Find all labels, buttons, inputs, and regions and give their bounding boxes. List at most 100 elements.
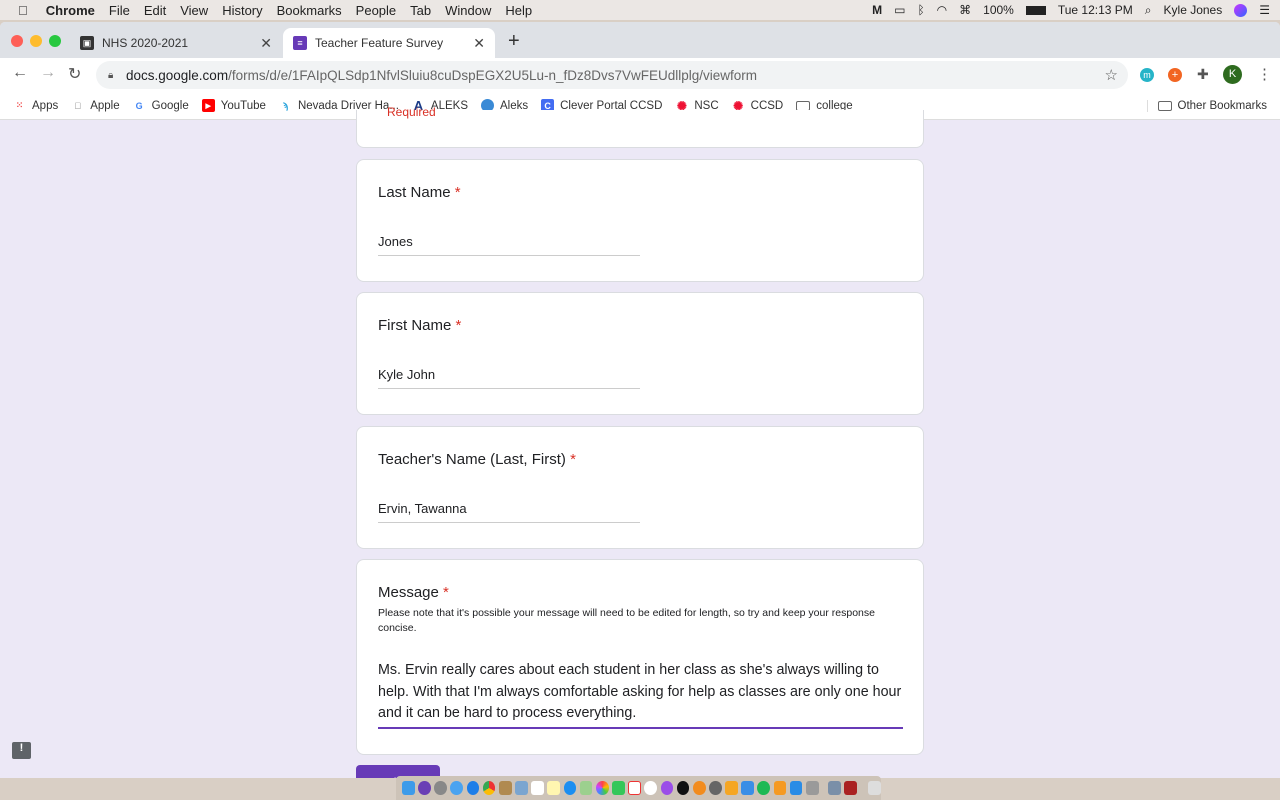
wifi-icon[interactable]: ◠ [937,3,947,17]
keyboard-icon[interactable]: ⌘ [959,3,971,17]
chrome-icon[interactable] [482,781,496,795]
user-name[interactable]: Kyle Jones [1164,3,1223,17]
address-bar[interactable]: 🔒︎ docs.google.com/forms/d/e/1FAIpQLSdp1… [96,61,1128,89]
google-icon: G [135,100,143,111]
apple-icon:  [71,99,84,112]
menu-window[interactable]: Window [445,3,491,18]
question-title: Message * [378,584,449,601]
menu-people[interactable]: People [356,3,396,18]
siri-icon[interactable] [418,781,431,795]
apple-menu-icon[interactable]:  [18,3,28,18]
tab-label: Teacher Feature Survey [315,36,444,50]
news-icon[interactable] [628,781,641,795]
trash-icon[interactable] [868,781,882,795]
folder-icon [1157,100,1172,111]
last-name-input[interactable]: Jones [378,234,640,256]
other-bookmarks[interactable]: Other Bookmarks [1146,99,1267,112]
photo-booth-icon[interactable] [844,781,857,795]
question-first-name: First Name * Kyle John [356,292,924,415]
zoom-window-button[interactable] [49,35,61,47]
tab-nhs[interactable]: ▣ NHS 2020-2021 ✕ [70,28,282,58]
calendar-icon[interactable] [531,781,544,795]
apple-tv-icon[interactable] [676,781,690,795]
preview-icon[interactable] [515,781,528,795]
extensions-puzzle-icon[interactable]: ✚ [1197,66,1209,83]
menu-bookmarks[interactable]: Bookmarks [277,3,342,18]
reload-button[interactable]: ↻ [68,64,81,84]
scanner-icon[interactable] [828,781,841,795]
finder-icon[interactable] [402,781,415,795]
facetime-icon[interactable] [612,781,625,795]
app-store-icon[interactable] [563,781,577,795]
battery-icon[interactable] [1025,5,1046,15]
extension-m-icon[interactable]: m [1140,68,1154,82]
required-asterisk: * [443,584,449,601]
teacher-name-input[interactable]: Ervin, Tawanna [378,501,640,523]
report-feedback-icon[interactable]: ! [12,742,31,759]
menu-file[interactable]: File [109,3,130,18]
menu-history[interactable]: History [222,3,262,18]
menu-view[interactable]: View [180,3,208,18]
nevada-driver-icon: ϡ [282,100,289,111]
minimize-window-button[interactable] [30,35,42,47]
safari-icon[interactable] [466,781,480,795]
spotify-icon[interactable] [757,781,771,795]
messenger-icon[interactable] [450,781,464,795]
menu-help[interactable]: Help [505,3,532,18]
tab-teacher-feature-survey[interactable]: ≡ Teacher Feature Survey ✕ [283,28,495,58]
launchpad-icon[interactable] [434,781,447,795]
forward-button[interactable]: → [40,64,56,82]
battery-percent[interactable]: 100% [983,3,1014,17]
extension-plus-icon[interactable]: + [1168,68,1182,82]
notification-center-icon[interactable]: ☰ [1259,3,1270,17]
back-button[interactable]: ← [12,64,28,82]
url-path: /forms/d/e/1FAIpQLSdp1NfvlSluiu8cuDspEGX… [228,67,758,83]
bookmark-apps[interactable]: ⁙ Apps [13,99,59,112]
airplay-icon[interactable]: ▭ [894,3,905,17]
photos-icon[interactable] [595,781,609,795]
spotlight-search-icon[interactable]: ⌕ [1145,3,1152,18]
required-asterisk: * [455,317,462,334]
previous-question-card: Required [356,105,924,148]
close-window-button[interactable] [11,35,23,47]
google-forms-icon: ≡ [293,36,307,50]
xcode-icon[interactable] [789,781,803,795]
bookmark-google[interactable]: G Google [133,99,189,112]
podcasts-icon[interactable] [660,781,674,795]
music-icon[interactable] [644,781,658,795]
home-icon[interactable] [773,781,787,795]
system-preferences-icon[interactable] [709,781,722,795]
keynote-icon[interactable] [741,781,754,795]
siri-icon[interactable] [1234,3,1248,17]
maps-icon[interactable] [579,781,593,795]
bookmark-apple[interactable]:  Apple [71,99,119,112]
chrome-menu-icon[interactable]: ⋮ [1257,65,1272,83]
clock[interactable]: Tue 12:13 PM [1058,3,1133,17]
first-name-input[interactable]: Kyle John [378,367,640,389]
books-icon[interactable] [692,781,706,795]
menu-app-name[interactable]: Chrome [46,3,95,18]
close-tab-icon[interactable]: ✕ [260,35,272,52]
notefile-icon[interactable] [498,781,512,795]
bookmark-youtube[interactable]: ▶ YouTube [201,99,266,112]
close-tab-icon[interactable]: ✕ [473,35,485,52]
url-domain: docs.google.com [126,67,229,83]
menu-edit[interactable]: Edit [144,3,166,18]
lock-icon: 🔒︎ [108,69,114,81]
youtube-icon: ▶ [201,99,215,112]
apps-grid-icon: ⁙ [15,100,24,110]
question-title: Last Name * [378,184,461,201]
bookmark-star-icon[interactable]: ☆ [1105,66,1118,84]
message-textarea[interactable]: Ms. Ervin really cares about each studen… [378,660,903,729]
pages-icon[interactable] [725,781,738,795]
malwarebytes-icon[interactable]: M [872,3,882,17]
profile-avatar[interactable]: K [1223,65,1242,84]
new-tab-button[interactable]: + [508,30,520,53]
utility-icon[interactable] [805,781,819,795]
form-page: Required Last Name * Jones First Name * … [0,105,1280,778]
bluetooth-icon[interactable]: ᛒ [917,3,924,17]
bookmark-label: Other Bookmarks [1177,99,1267,112]
bookmark-label: Apple [90,99,120,112]
notes-icon[interactable] [547,781,561,795]
menu-tab[interactable]: Tab [410,3,431,18]
